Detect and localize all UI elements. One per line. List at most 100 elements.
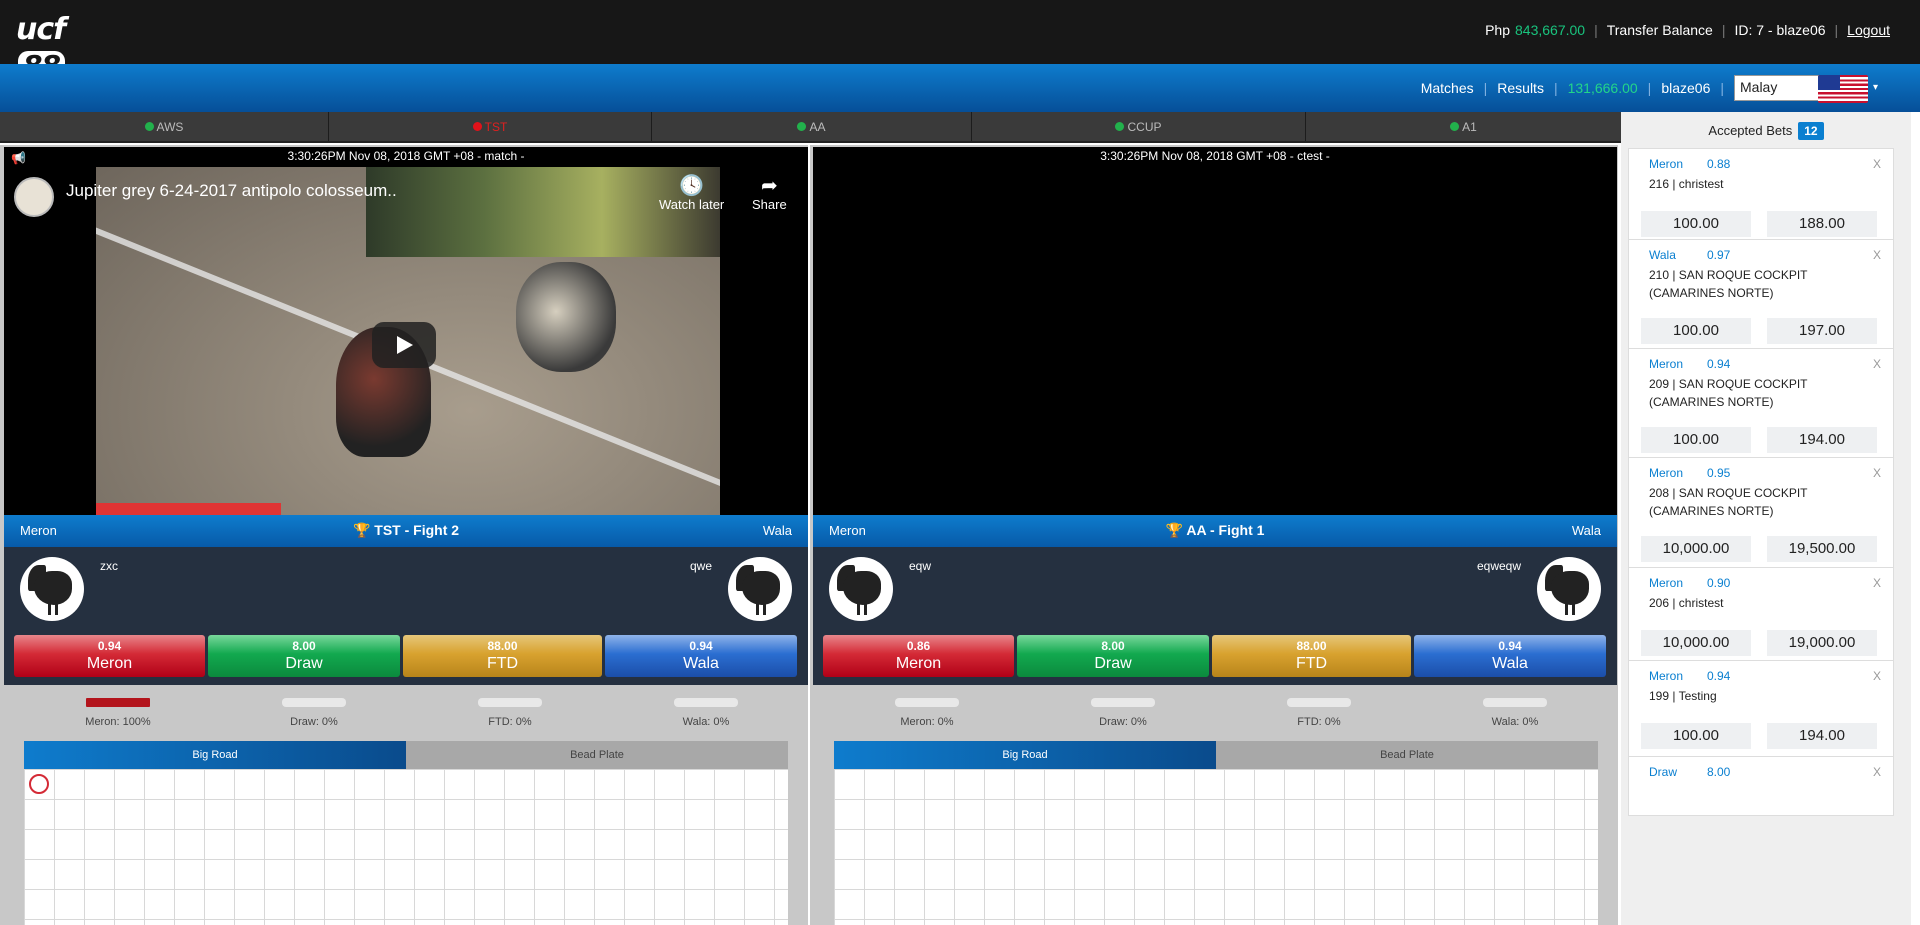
big-road-grid: [834, 769, 1598, 925]
bet-ftd-button[interactable]: 88.00 FTD: [403, 635, 602, 677]
nav-links: Matches | Results | 131,666.00 | blaze06…: [1421, 74, 1834, 102]
tab-a1[interactable]: A1: [1306, 112, 1621, 141]
tab-bead-plate[interactable]: Bead Plate: [406, 741, 788, 769]
rooster-avatar-icon: [829, 557, 893, 621]
video-player[interactable]: 📢 3:30:26PM Nov 08, 2018 GMT +08 - match…: [4, 147, 808, 515]
fighters-area: zxc qwe 0.94 Meron 8.00 Draw 88.00 FTD 0.94…: [4, 547, 808, 685]
divider: |: [1594, 22, 1598, 38]
accepted-bet-card: Meron 0.95 X 208 | SAN ROQUE COCKPIT (CAM…: [1628, 457, 1894, 580]
divider: |: [1483, 80, 1488, 96]
user-info: Php 843,667.00 | Transfer Balance | ID: …: [1485, 22, 1890, 38]
bet-odds: 0.94: [1498, 639, 1522, 653]
bet-odds: 8.00: [1101, 639, 1125, 653]
stat-bar: [1287, 698, 1351, 707]
share-button[interactable]: ➦ Share: [752, 175, 787, 212]
bet-draw-button[interactable]: 8.00 Draw: [208, 635, 400, 677]
possible-winning-value: 19,000.00: [1767, 630, 1877, 656]
flag-caret-icon[interactable]: ▾: [1873, 82, 1878, 93]
road-tabs: Big Road Bead Plate: [24, 741, 788, 769]
stat-label: FTD: 0%: [1297, 716, 1341, 728]
stat-bar: [895, 698, 959, 707]
results-link[interactable]: Results: [1497, 80, 1544, 96]
bet-wala-button[interactable]: 0.94 Wala: [605, 635, 797, 677]
accepted-bets-count-badge: 12: [1798, 122, 1824, 140]
matches-link[interactable]: Matches: [1421, 80, 1474, 96]
stat-bar: [478, 698, 542, 707]
bet-label: Meron: [86, 655, 133, 672]
watch-later-button[interactable]: 🕓 Watch later: [659, 175, 724, 212]
possible-winning-value: 194.00: [1767, 723, 1877, 749]
trophy-icon: 🏆: [1165, 522, 1184, 538]
close-icon[interactable]: X: [1873, 157, 1881, 171]
bet-ftd-button[interactable]: 88.00 FTD: [1212, 635, 1411, 677]
stat-label: Wala: 0%: [1491, 716, 1539, 728]
tab-ccup[interactable]: CCUP: [972, 112, 1306, 141]
accepted-bets-sidebar: Accepted Bets 12 Meron 0.88 X 216 | christ…: [1621, 112, 1920, 925]
bet-side: Meron: [1649, 669, 1684, 683]
status-dot-icon: [1450, 122, 1460, 131]
watch-later-label: Watch later: [659, 197, 725, 212]
bet-label: FTD: [1295, 655, 1328, 672]
tab-aws[interactable]: AWS: [0, 112, 329, 141]
tab-bead-plate[interactable]: Bead Plate: [1216, 741, 1598, 769]
close-icon[interactable]: X: [1873, 669, 1881, 683]
wala-label: Wala: [762, 523, 792, 538]
status-dot-icon: [1115, 122, 1125, 131]
video-player[interactable]: 3:30:26PM Nov 08, 2018 GMT +08 - ctest -: [813, 147, 1617, 515]
tab-aa[interactable]: AA: [652, 112, 972, 141]
transfer-balance-link[interactable]: Transfer Balance: [1607, 22, 1713, 38]
us-flag-icon[interactable]: [1818, 75, 1868, 103]
bet-odds: 88.00: [487, 639, 518, 653]
close-icon[interactable]: X: [1873, 765, 1881, 779]
stat-draw: Draw: 0%: [214, 698, 414, 728]
language-value: Malay: [1740, 79, 1778, 95]
user-id-label: ID: 7 - blaze06: [1734, 22, 1826, 38]
close-icon[interactable]: X: [1873, 576, 1881, 590]
bet-draw-button[interactable]: 8.00 Draw: [1017, 635, 1209, 677]
bet-amount-value: 100.00: [1641, 318, 1751, 344]
accepted-bets-header: Accepted Bets 12: [1621, 122, 1911, 140]
stat-ftd: FTD: 0%: [1219, 698, 1419, 728]
bet-label: Wala: [683, 655, 719, 672]
channel-avatar[interactable]: [14, 177, 54, 217]
play-button[interactable]: [372, 322, 436, 368]
fight-title: 🏆 AA - Fight 1: [813, 522, 1617, 539]
video-title[interactable]: Jupiter grey 6-24-2017 antipolo colosseu…: [66, 181, 397, 201]
fight-panel-left: 📢 3:30:26PM Nov 08, 2018 GMT +08 - match…: [0, 145, 808, 925]
big-road-grid: [24, 769, 788, 925]
bet-buttons: 0.86 Meron 8.00 Draw 88.00 FTD 0.94 Wala: [823, 635, 1606, 677]
tab-big-road[interactable]: Big Road: [834, 741, 1216, 769]
accepted-bet-card: Meron 0.94 X 209 | SAN ROQUE COCKPIT (CAM…: [1628, 348, 1894, 471]
match-timestamp: 3:30:26PM Nov 08, 2018 GMT +08 - match -: [287, 149, 525, 163]
bet-meron-button[interactable]: 0.86 Meron: [823, 635, 1014, 677]
stat-bar: [1091, 698, 1155, 707]
stat-draw: Draw: 0%: [1023, 698, 1223, 728]
close-icon[interactable]: X: [1873, 466, 1881, 480]
bet-side: Meron: [1649, 357, 1684, 371]
stat-wala: Wala: 0%: [1415, 698, 1615, 728]
match-timestamp: 3:30:26PM Nov 08, 2018 GMT +08 - ctest -: [1100, 149, 1330, 163]
accepted-bets-panel: Accepted Bets 12 Meron 0.88 X 216 | christ…: [1621, 112, 1911, 925]
top-bar: ucf88 Php 843,667.00 | Transfer Balance …: [0, 0, 1920, 81]
bet-side: Meron: [1649, 157, 1684, 171]
ucf88-logo[interactable]: ucf88: [16, 12, 112, 81]
close-icon[interactable]: X: [1873, 248, 1881, 262]
tab-tst[interactable]: TST: [329, 112, 652, 141]
bet-description: 210 | SAN ROQUE COCKPIT (CAMARINES NORTE…: [1649, 268, 1808, 300]
tab-big-road[interactable]: Big Road: [24, 741, 406, 769]
divider: |: [1647, 80, 1652, 96]
tab-label: CCUP: [1127, 119, 1162, 134]
bet-odds: 8.00: [292, 639, 316, 653]
bet-meron-button[interactable]: 0.94 Meron: [14, 635, 205, 677]
stat-bar: [674, 698, 738, 707]
fight-header: Meron 🏆 TST - Fight 2 Wala: [4, 515, 808, 547]
bet-odds: 0.88: [1707, 157, 1731, 171]
rooster-avatar-icon: [20, 557, 84, 621]
logout-link[interactable]: Logout: [1847, 22, 1890, 38]
bet-odds: 0.94: [1707, 669, 1731, 683]
close-icon[interactable]: X: [1873, 357, 1881, 371]
stat-label: Meron: 0%: [900, 716, 954, 728]
rooster-avatar-icon: [728, 557, 792, 621]
bet-wala-button[interactable]: 0.94 Wala: [1414, 635, 1606, 677]
flag-canton: [1818, 75, 1840, 90]
